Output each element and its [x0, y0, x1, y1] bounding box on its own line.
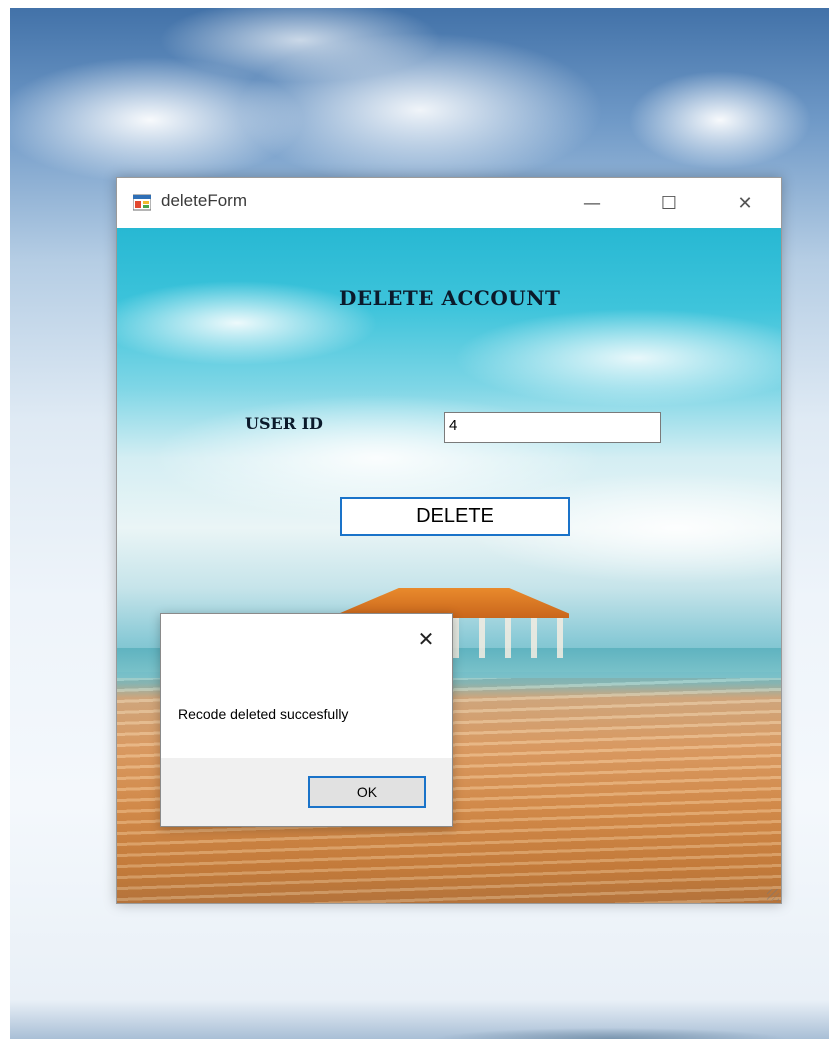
- title-bar[interactable]: deleteForm — ☐ ✕: [117, 178, 781, 228]
- delete-button[interactable]: DELETE: [340, 497, 570, 536]
- ok-button[interactable]: OK: [308, 776, 426, 808]
- message-box-dialog: ✕ Recode deleted succesfully OK: [160, 613, 453, 827]
- page-title: DELETE ACCOUNT: [339, 286, 561, 310]
- user-id-input[interactable]: 4: [444, 412, 661, 443]
- dialog-footer: OK: [161, 758, 452, 826]
- minimize-button[interactable]: —: [562, 178, 622, 228]
- app-form-icon: [133, 194, 151, 211]
- user-id-label: USER ID: [245, 414, 323, 433]
- maximize-icon: ☐: [660, 192, 678, 214]
- close-button[interactable]: ✕: [715, 178, 775, 228]
- minimize-icon: —: [583, 192, 601, 214]
- close-icon: ✕: [737, 192, 753, 214]
- dialog-close-button[interactable]: ✕: [411, 624, 441, 654]
- maximize-button[interactable]: ☐: [639, 178, 699, 228]
- window-title: deleteForm: [161, 191, 247, 210]
- close-icon: ✕: [417, 627, 435, 651]
- resize-grip[interactable]: [767, 889, 779, 901]
- dialog-message: Recode deleted succesfully: [178, 706, 349, 722]
